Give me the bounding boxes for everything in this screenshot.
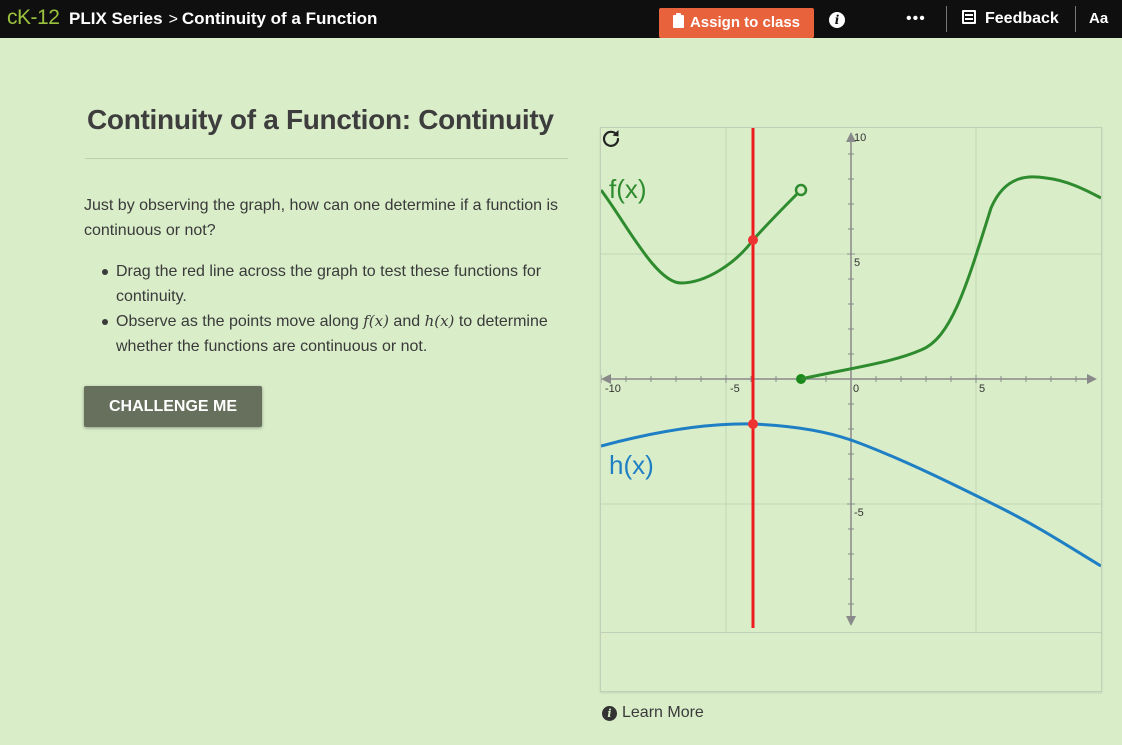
- tick-label-y-5: 5: [854, 257, 860, 269]
- reset-icon[interactable]: [601, 128, 621, 148]
- tick-label-y-neg5: -5: [854, 507, 864, 519]
- h-label: h(x): [609, 450, 654, 480]
- x-axis-arrow-right: [1087, 374, 1097, 384]
- instruction-list: Drag the red line across the graph to te…: [100, 259, 575, 359]
- breadcrumb-separator: >: [168, 11, 178, 28]
- divider: [946, 6, 947, 32]
- challenge-me-button[interactable]: CHALLENGE ME: [84, 386, 262, 427]
- f-open-point: [794, 183, 808, 197]
- instruction-item: Drag the red line across the graph to te…: [100, 259, 575, 309]
- f-curve-right: [800, 175, 1101, 381]
- top-bar: cK-12 PLIX Series > Continuity of a Functi…: [0, 0, 1122, 38]
- title-divider: [85, 158, 568, 159]
- h-intersection-point: [748, 419, 758, 429]
- f-intersection-point: [748, 235, 758, 245]
- divider: [1075, 6, 1076, 32]
- tick-label-x-0: 0: [853, 383, 859, 395]
- breadcrumb: PLIX Series > Continuity of a Function: [69, 9, 377, 30]
- y-axis-arrow-down: [846, 616, 856, 626]
- tick-label-x-5: 5: [979, 383, 985, 395]
- feedback-label: Feedback: [985, 10, 1059, 27]
- logo-number: -12: [30, 6, 60, 29]
- page-title: Continuity of a Function: Continuity: [87, 104, 554, 135]
- ck12-logo[interactable]: cK-12: [7, 6, 60, 29]
- font-size-button[interactable]: Aa: [1089, 9, 1108, 29]
- graph-panel: -10 -5 0 5 10 5 -5 f(x) h(x): [600, 127, 1102, 692]
- assign-label: Assign to class: [689, 14, 801, 31]
- info-icon: i: [602, 706, 617, 721]
- feedback-button[interactable]: Feedback: [962, 9, 1059, 29]
- learn-more-link[interactable]: i Learn More: [602, 704, 704, 722]
- assign-to-class-button[interactable]: Assign to class: [659, 8, 814, 38]
- clipboard-icon: [672, 13, 684, 28]
- breadcrumb-page: Continuity of a Function: [181, 9, 378, 28]
- more-menu-icon[interactable]: •••: [906, 8, 926, 30]
- instruction-text: Observe as the points move along: [116, 313, 364, 330]
- graph-canvas[interactable]: -10 -5 0 5 10 5 -5 f(x) h(x): [601, 128, 1101, 632]
- instruction-item: Observe as the points move along f(x) an…: [100, 309, 575, 359]
- tick-label-x-neg10: -10: [605, 383, 621, 395]
- breadcrumb-series[interactable]: PLIX Series: [69, 9, 163, 28]
- panel-divider: [601, 632, 1101, 633]
- question-text: Just by observing the graph, how can one…: [84, 197, 559, 239]
- tick-label-y-10: 10: [854, 132, 866, 144]
- logo-k: K: [17, 6, 31, 29]
- feedback-icon: [962, 10, 976, 24]
- math-f: f(x): [363, 312, 389, 330]
- math-h: h(x): [424, 312, 455, 330]
- f-label: f(x): [609, 174, 647, 204]
- logo-c: c: [7, 6, 18, 29]
- tick-label-x-neg5: -5: [730, 383, 740, 395]
- info-icon[interactable]: i: [829, 12, 845, 28]
- instruction-text: and: [388, 313, 425, 330]
- learn-more-label: Learn More: [622, 704, 704, 721]
- axes: [601, 132, 1097, 626]
